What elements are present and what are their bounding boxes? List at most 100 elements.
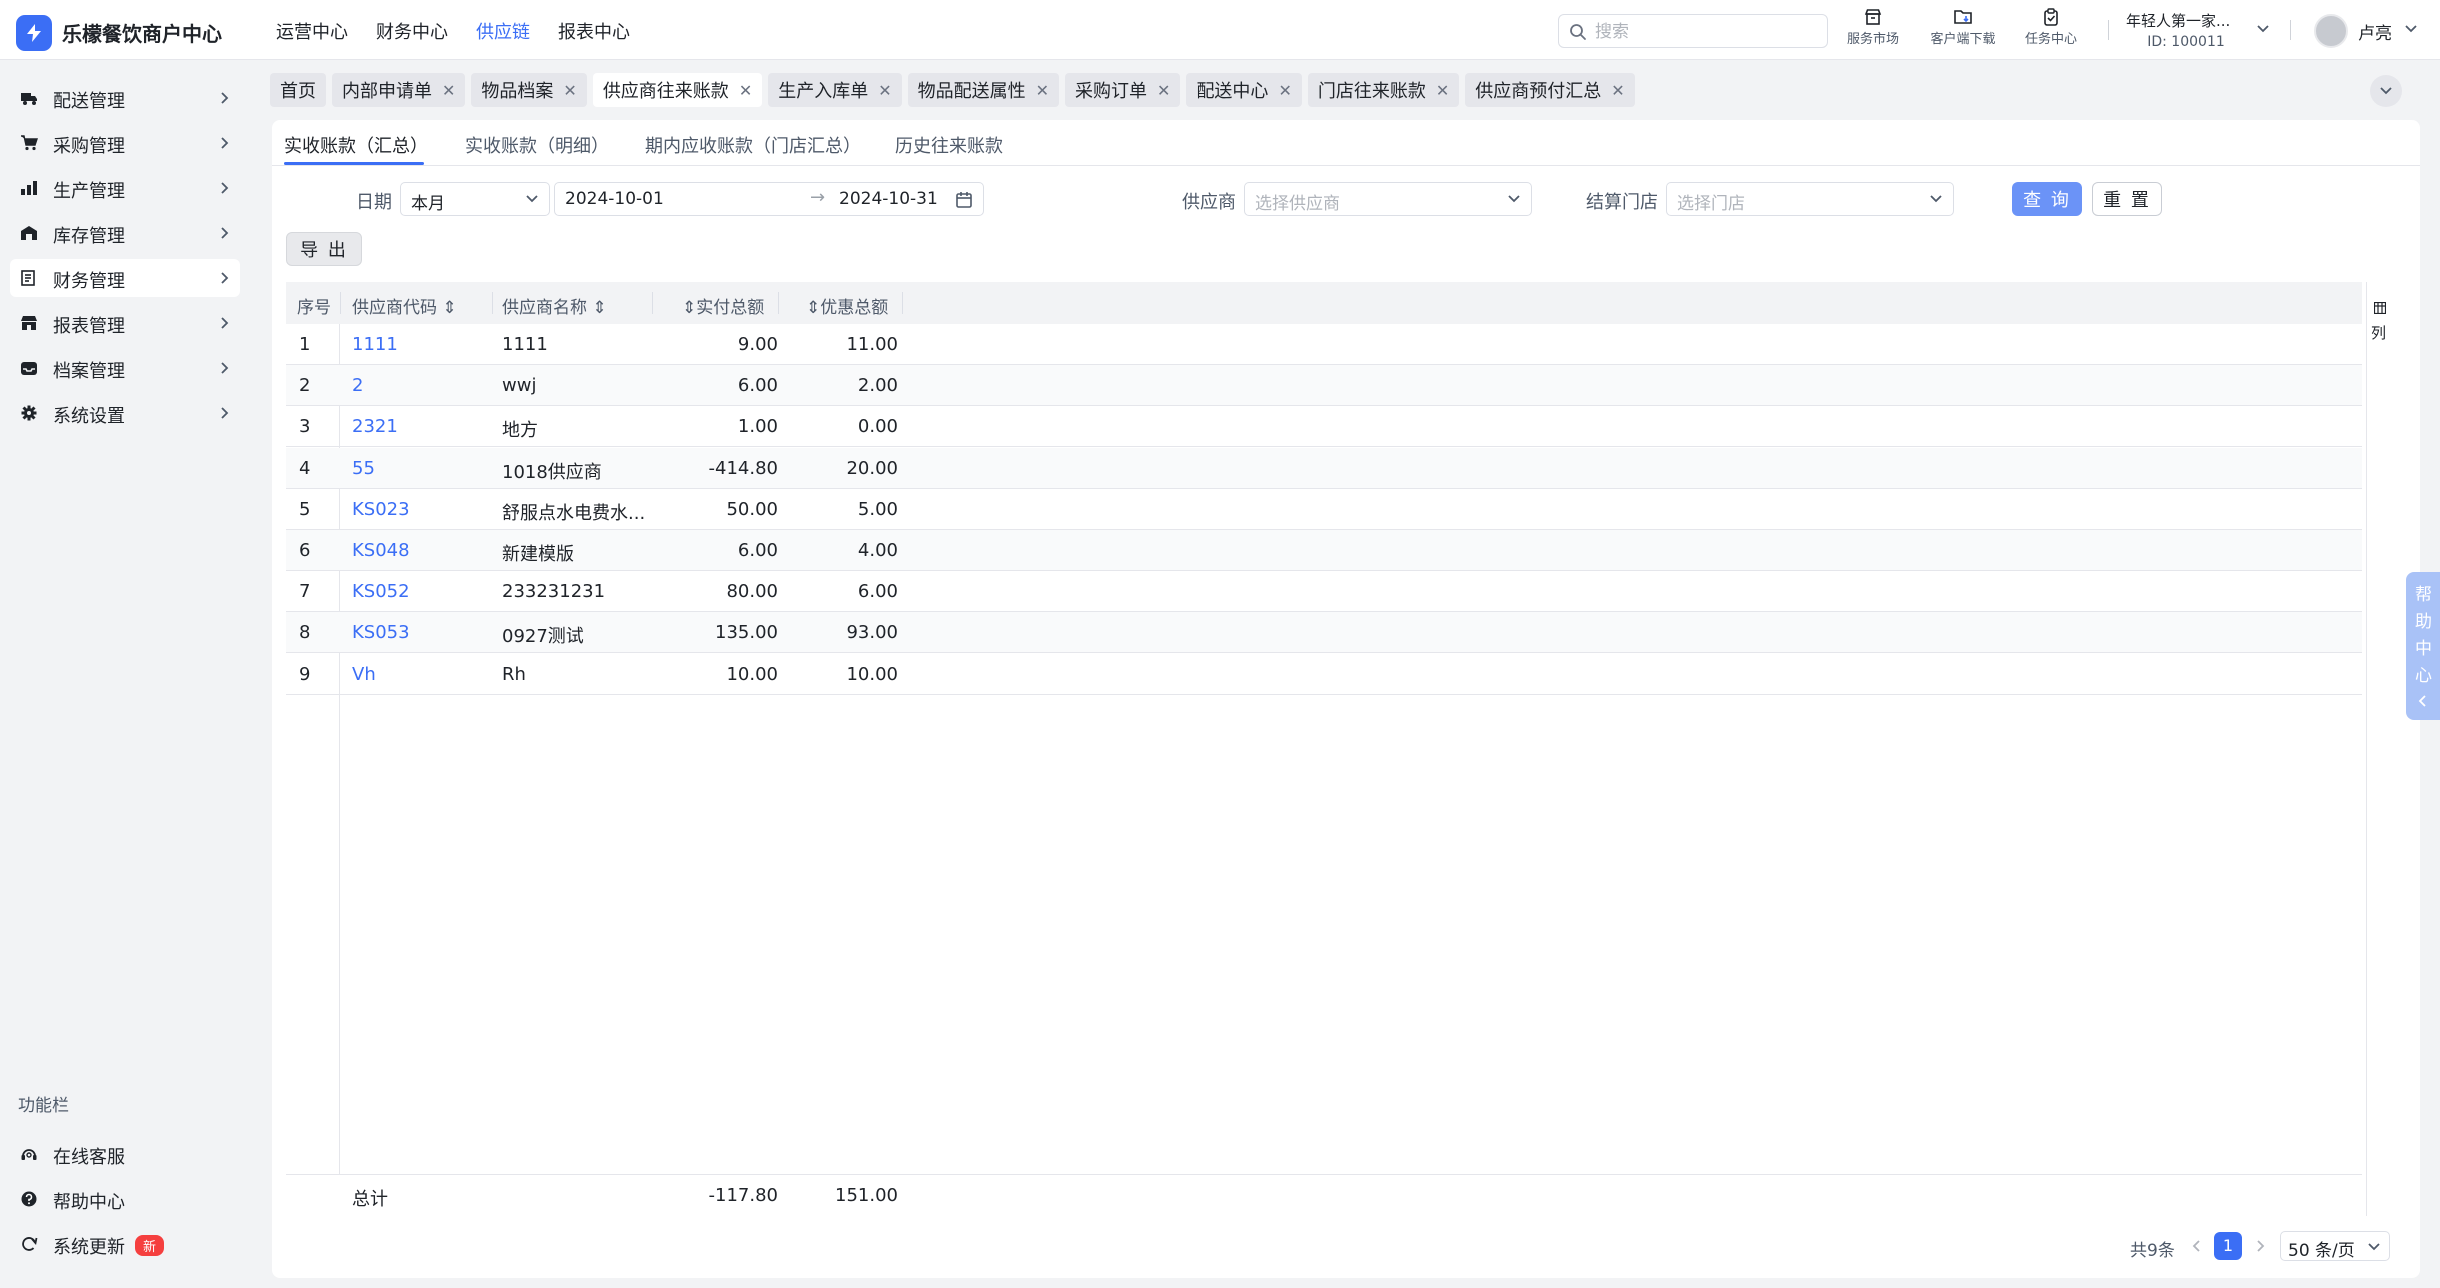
subtab-history-accounts[interactable]: 历史往来账款 [895, 132, 1003, 158]
account-switcher[interactable]: 年轻人第一家... ID: 100011 [2126, 10, 2246, 50]
sidebar-item-archives[interactable]: 档案管理 [10, 349, 240, 387]
close-icon[interactable]: ✕ [878, 81, 891, 100]
page-tab-internal-request[interactable]: 内部申请单 ✕ [332, 73, 466, 107]
table-row[interactable]: 6 KS048 新建模版 6.00 4.00 [286, 530, 2362, 571]
system-update-label: 系统更新新 [53, 1233, 165, 1259]
subtab-received-detail[interactable]: 实收账款（明细） [465, 132, 609, 158]
sidebar-item-inventory[interactable]: 库存管理 [10, 214, 240, 252]
col-paid-total[interactable]: ⇕实付总额 [682, 293, 764, 318]
table-row[interactable]: 2 2 wwj 6.00 2.00 [286, 365, 2362, 407]
reset-button[interactable]: 重 置 [2092, 182, 2162, 216]
user-name[interactable]: 卢亮 [2358, 19, 2392, 44]
close-icon[interactable]: ✕ [1611, 81, 1624, 100]
close-icon[interactable]: ✕ [1436, 81, 1449, 100]
user-chevron-down-icon[interactable] [2404, 24, 2418, 34]
page-tab-supplier-prepay[interactable]: 供应商预付汇总 ✕ [1465, 73, 1635, 107]
col-supplier-code[interactable]: 供应商代码 ⇕ [352, 293, 457, 318]
table-row[interactable]: 8 KS053 0927测试 135.00 93.00 [286, 612, 2362, 654]
sidebar-item-reports[interactable]: 报表管理 [10, 304, 240, 342]
page-size-select[interactable]: 50 条/页 [2280, 1231, 2390, 1261]
sidebar-item-delivery[interactable]: 配送管理 [10, 79, 240, 117]
sidebar-item-finance[interactable]: 财务管理 [10, 259, 240, 297]
cell-supplier-code[interactable]: KS023 [352, 499, 410, 520]
search-input[interactable] [1593, 20, 1818, 44]
sidebar-item-settings[interactable]: 系统设置 [10, 394, 240, 432]
online-support-link[interactable]: 在线客服 [10, 1135, 240, 1173]
store-select[interactable]: 选择门店 [1666, 182, 1954, 216]
table-row[interactable]: 1 1111 1111 9.00 11.00 [286, 324, 2362, 365]
export-button[interactable]: 导 出 [286, 232, 362, 266]
cell-supplier-code[interactable]: 1111 [352, 334, 398, 355]
close-icon[interactable]: ✕ [442, 81, 455, 100]
cell-index: 9 [299, 663, 311, 685]
cell-supplier-code[interactable]: Vh [352, 664, 376, 685]
subtab-received-summary[interactable]: 实收账款（汇总） [284, 132, 428, 158]
sidebar-item-production[interactable]: 生产管理 [10, 169, 240, 207]
date-end[interactable]: 2024-10-31 [839, 189, 938, 209]
subtab-period-receivable[interactable]: 期内应收账款（门店汇总） [645, 132, 861, 158]
column-settings-button[interactable]: 列 [2366, 282, 2392, 1216]
page-tab-item-delivery-attr[interactable]: 物品配送属性 ✕ [907, 73, 1060, 107]
close-icon[interactable]: ✕ [1157, 81, 1170, 100]
col-supplier-name[interactable]: 供应商名称 ⇕ [502, 293, 607, 318]
topnav-operations[interactable]: 运营中心 [276, 18, 348, 44]
table-row[interactable]: 7 KS052 233231231 80.00 6.00 [286, 571, 2362, 613]
sort-icon[interactable]: ⇕ [592, 298, 606, 318]
close-icon[interactable]: ✕ [739, 81, 752, 100]
help-center-float-button[interactable]: 帮 助 中 心 [2406, 572, 2440, 720]
help-center-label: 帮助中心 [53, 1192, 125, 1213]
topnav-reports[interactable]: 报表中心 [558, 18, 630, 44]
page-tab-store-accounts[interactable]: 门店往来账款 ✕ [1307, 73, 1460, 107]
global-search[interactable] [1558, 14, 1828, 48]
table-row[interactable]: 4 55 1018供应商 -414.80 20.00 [286, 447, 2362, 489]
col-discount-total[interactable]: ⇕优惠总额 [806, 293, 888, 318]
date-range-picker[interactable]: 2024-10-01 → 2024-10-31 [554, 182, 984, 216]
close-icon[interactable]: ✕ [563, 81, 576, 100]
topnav-finance[interactable]: 财务中心 [376, 18, 448, 44]
service-market-button[interactable]: 服务市场 [1834, 8, 1912, 47]
client-download-button[interactable]: 客户端下载 [1924, 8, 2002, 47]
cell-supplier-code[interactable]: 55 [352, 458, 375, 479]
tab-more-button[interactable] [2370, 75, 2402, 107]
task-center-button[interactable]: 任务中心 [2012, 8, 2090, 47]
cell-paid-total: -414.80 [708, 457, 778, 479]
next-page-icon[interactable] [2255, 1239, 2265, 1253]
close-icon[interactable]: ✕ [1036, 81, 1049, 100]
page-tab-supplier-accounts[interactable]: 供应商往来账款 ✕ [592, 73, 763, 107]
cell-paid-total: 10.00 [726, 663, 778, 685]
page-1-button[interactable]: 1 [2214, 1232, 2242, 1260]
page-tab-purchase-order[interactable]: 采购订单 ✕ [1065, 73, 1181, 107]
sort-icon[interactable]: ⇕ [442, 298, 456, 318]
table-row[interactable]: 3 2321 地方 1.00 0.00 [286, 406, 2362, 448]
help-center-link[interactable]: 帮助中心 [10, 1180, 240, 1218]
system-update-link[interactable]: 系统更新新 [10, 1225, 240, 1263]
table-row[interactable]: 5 KS023 舒服点水电费水... 50.00 5.00 [286, 489, 2362, 530]
page-tab-production-inbound[interactable]: 生产入库单 ✕ [768, 73, 902, 107]
brand-logo[interactable] [16, 15, 52, 51]
cell-supplier-code[interactable]: 2 [352, 375, 363, 396]
page-tab-home[interactable]: 首页 [270, 73, 326, 107]
cell-supplier-code[interactable]: 2321 [352, 416, 398, 437]
summary-paid-total: -117.80 [708, 1185, 778, 1206]
page-tab-item-archive[interactable]: 物品档案 ✕ [471, 73, 587, 107]
topnav-supply-chain[interactable]: 供应链 [476, 18, 530, 44]
table-row[interactable]: 9 Vh Rh 10.00 10.00 [286, 654, 2362, 695]
cell-discount-total: 93.00 [846, 622, 898, 644]
date-start[interactable]: 2024-10-01 [565, 189, 664, 209]
sidebar-item-purchase[interactable]: 采购管理 [10, 124, 240, 162]
query-button[interactable]: 查 询 [2012, 182, 2082, 216]
cell-supplier-code[interactable]: KS052 [352, 581, 410, 602]
close-icon[interactable]: ✕ [1278, 81, 1291, 100]
sidebar-item-label: 库存管理 [53, 226, 125, 247]
cell-paid-total: 135.00 [715, 622, 778, 644]
user-avatar[interactable] [2314, 14, 2348, 48]
sort-icon[interactable]: ⇕ [682, 298, 696, 318]
date-preset-select[interactable]: 本月 [400, 182, 550, 216]
account-chevron-down-icon[interactable] [2256, 24, 2270, 34]
sort-icon[interactable]: ⇕ [806, 298, 820, 318]
cell-supplier-code[interactable]: KS053 [352, 622, 410, 643]
cell-supplier-code[interactable]: KS048 [352, 540, 410, 561]
prev-page-icon[interactable] [2192, 1239, 2202, 1253]
page-tab-delivery-center[interactable]: 配送中心 ✕ [1186, 73, 1302, 107]
supplier-select[interactable]: 选择供应商 [1244, 182, 1532, 216]
